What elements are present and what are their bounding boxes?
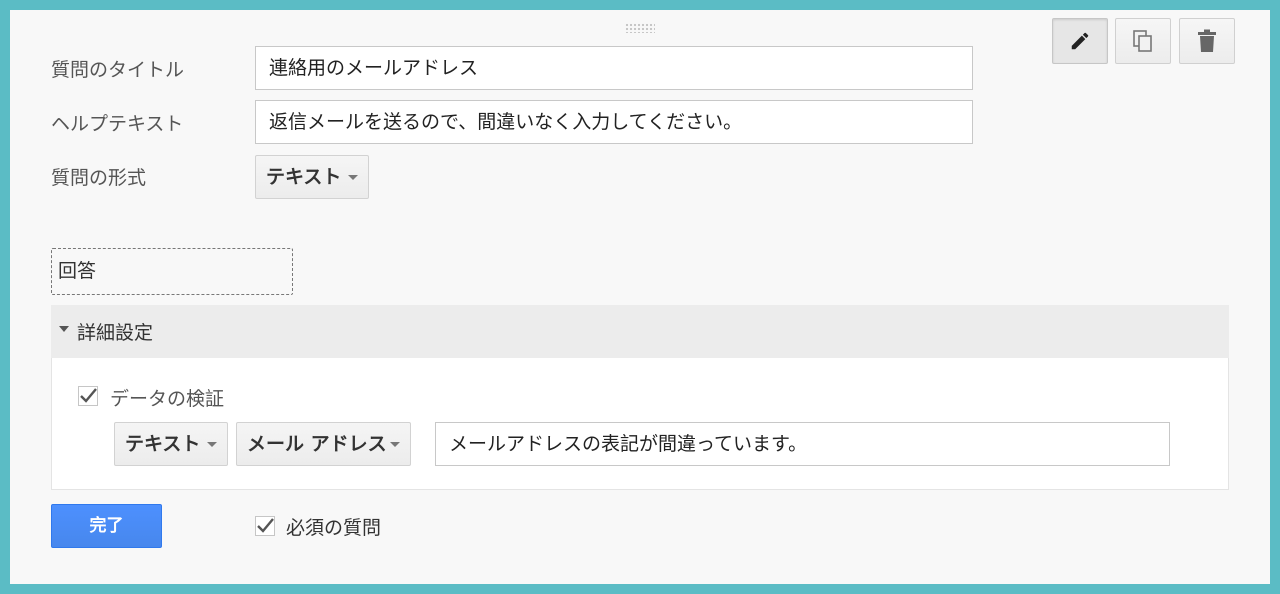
validation-error-input[interactable]: メールアドレスの表記が間違っています。 bbox=[435, 422, 1170, 466]
duplicate-button[interactable] bbox=[1115, 18, 1171, 64]
advanced-settings-title: 詳細設定 bbox=[77, 322, 154, 344]
advanced-settings-toggle[interactable]: 詳細設定 bbox=[51, 305, 1229, 358]
answer-preview: 回答 bbox=[51, 248, 293, 295]
pencil-icon bbox=[1071, 32, 1089, 50]
required-label: 必須の質問 bbox=[286, 517, 382, 539]
title-input[interactable]: 連絡用のメールアドレス bbox=[255, 46, 973, 90]
question-type-dropdown[interactable]: テキスト bbox=[255, 155, 369, 199]
chevron-down-icon bbox=[207, 442, 217, 447]
validation-subtype-dropdown[interactable]: メール アドレス bbox=[236, 422, 411, 466]
drag-handle-icon[interactable] bbox=[625, 23, 655, 33]
checkmark-icon bbox=[257, 518, 274, 533]
validation-type-dropdown[interactable]: テキスト bbox=[114, 422, 228, 466]
validation-subtype-value: メール アドレス bbox=[247, 433, 387, 455]
chevron-down-icon bbox=[390, 442, 400, 447]
duplicate-icon bbox=[1133, 30, 1152, 52]
question-type-label: 質問の形式 bbox=[51, 167, 147, 189]
advanced-settings-panel: データの検証 テキスト メール アドレス メールアドレスの表記が間違っています。 bbox=[51, 358, 1229, 490]
help-text-input[interactable]: 返信メールを送るので、間違いなく入力してください。 bbox=[255, 100, 973, 144]
delete-button[interactable] bbox=[1179, 18, 1235, 64]
data-validation-label: データの検証 bbox=[110, 388, 225, 410]
required-checkbox[interactable] bbox=[255, 516, 275, 536]
done-button[interactable]: 完了 bbox=[51, 504, 162, 548]
checkmark-icon bbox=[80, 388, 97, 403]
help-text-label: ヘルプテキスト bbox=[51, 113, 184, 135]
question-editor-card: 質問のタイトル 連絡用のメールアドレス ヘルプテキスト 返信メールを送るので、間… bbox=[10, 10, 1270, 584]
chevron-down-icon bbox=[348, 175, 358, 180]
validation-type-value: テキスト bbox=[125, 433, 201, 455]
title-label: 質問のタイトル bbox=[51, 59, 185, 81]
question-type-value: テキスト bbox=[266, 166, 342, 188]
trash-icon bbox=[1198, 29, 1216, 52]
data-validation-checkbox[interactable] bbox=[78, 386, 98, 406]
triangle-down-icon bbox=[59, 326, 69, 332]
edit-button[interactable] bbox=[1052, 18, 1108, 64]
